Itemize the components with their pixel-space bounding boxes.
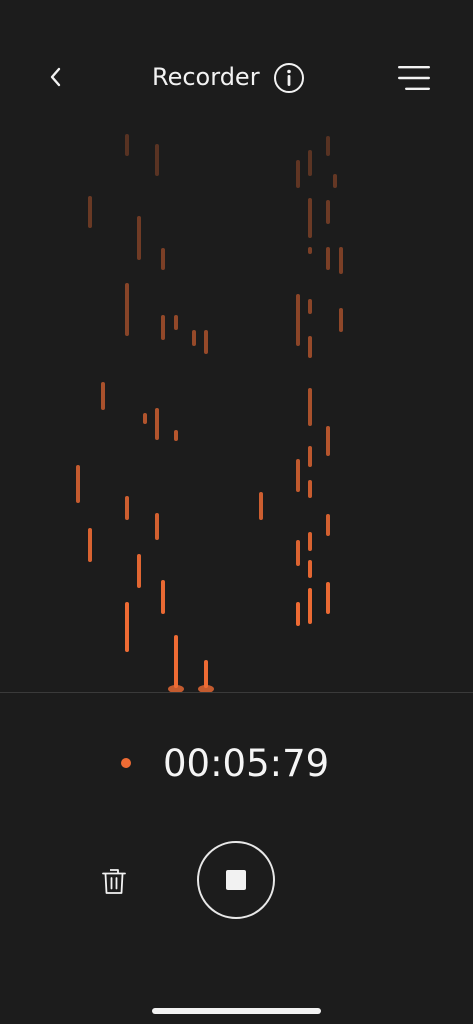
- waveform-glow: [168, 685, 184, 693]
- timer-row: 00:05:79: [0, 738, 473, 788]
- recording-indicator-dot: [121, 758, 131, 768]
- hamburger-menu-icon: [398, 66, 430, 90]
- info-icon: [274, 63, 304, 93]
- back-button[interactable]: [40, 62, 70, 92]
- menu-button[interactable]: [396, 64, 432, 92]
- chevron-left-icon: [50, 67, 61, 87]
- timeline-divider: [0, 692, 473, 693]
- header-bar: Recorder: [0, 0, 473, 120]
- page-title: Recorder: [152, 63, 260, 91]
- home-indicator[interactable]: [152, 1008, 321, 1014]
- info-button[interactable]: [273, 62, 305, 94]
- trash-icon: [102, 869, 126, 894]
- stop-icon: [226, 870, 246, 890]
- stop-recording-button[interactable]: [197, 841, 275, 919]
- waveform-canvas: [76, 134, 343, 693]
- audio-visualizer: [0, 120, 473, 693]
- waveform-glow: [198, 685, 214, 693]
- recording-timer: 00:05:79: [163, 742, 330, 785]
- delete-button[interactable]: [100, 866, 128, 896]
